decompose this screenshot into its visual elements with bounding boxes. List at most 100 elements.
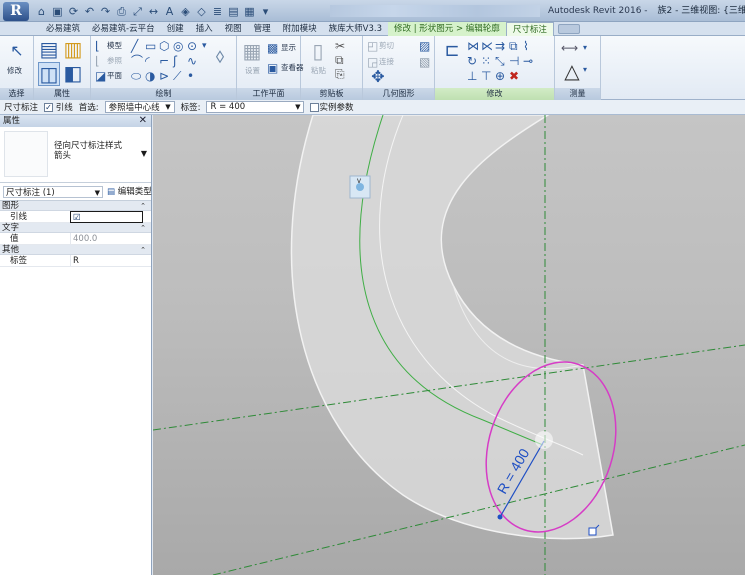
close-icon[interactable]: ✕ bbox=[139, 115, 147, 127]
text-icon[interactable]: A bbox=[162, 4, 177, 19]
align-icon[interactable]: ⊏ bbox=[441, 40, 463, 62]
ellipse-icon[interactable]: ⬭ bbox=[131, 70, 141, 82]
viewport-canvas[interactable]: R = 400 v bbox=[153, 115, 745, 575]
collapse-icon[interactable]: ⌃ bbox=[140, 223, 146, 233]
tab-biyi-arch[interactable]: 必易建筑 bbox=[40, 22, 86, 36]
modify-button-label[interactable]: 修改 bbox=[7, 66, 22, 76]
type-selector[interactable]: 径向尺寸标注样式 箭头 ▼ bbox=[0, 127, 151, 183]
3d-view-icon[interactable]: ◈ bbox=[178, 4, 193, 19]
array-icon[interactable]: ⁙ bbox=[481, 55, 491, 67]
revit-logo-icon[interactable]: R bbox=[3, 2, 29, 21]
close-hidden-icon[interactable]: ▤ bbox=[226, 4, 241, 19]
sweep-solid[interactable] bbox=[290, 115, 614, 540]
group-text[interactable]: 文字 ⌃ bbox=[0, 223, 151, 233]
symbolic-line-icon[interactable]: ⬨ bbox=[209, 44, 231, 66]
arc-tangent-icon[interactable]: ⌐ bbox=[159, 55, 169, 67]
copy-element-icon[interactable]: ⧉ bbox=[509, 40, 518, 52]
model-label[interactable]: 模型 bbox=[107, 41, 122, 51]
instance-param-group[interactable]: 实例参数 bbox=[310, 101, 354, 113]
sketch-plane-grip[interactable]: v bbox=[349, 175, 371, 199]
properties-icon[interactable]: ▤ bbox=[38, 38, 60, 60]
cut-geometry-label[interactable]: 剪切 bbox=[379, 41, 394, 51]
move-icon[interactable]: ✥ bbox=[367, 68, 389, 86]
model-line-icon[interactable]: ⌊ bbox=[95, 40, 100, 52]
split-face-icon[interactable]: ▧ bbox=[419, 56, 430, 68]
property-value[interactable]: R bbox=[70, 255, 143, 267]
qat-dropdown-icon[interactable]: ▾ bbox=[258, 4, 273, 19]
chevron-down-icon[interactable]: ▼ bbox=[141, 149, 147, 158]
edit-type-button[interactable]: ▤ 编辑类型 bbox=[107, 186, 152, 198]
measure-icon[interactable]: ⤢ bbox=[130, 4, 145, 19]
aligned-dimension-icon[interactable]: ↔ bbox=[146, 4, 161, 19]
show-workplane-icon[interactable]: ▩ bbox=[267, 42, 278, 54]
trim-extend-multiple-icon[interactable]: ⊤ bbox=[481, 70, 491, 82]
leader-checkbox-group[interactable]: ✓ 引线 bbox=[44, 101, 73, 113]
measure-between-icon[interactable]: ⟷ bbox=[561, 42, 578, 54]
3d-viewport[interactable]: R = 400 v bbox=[153, 115, 745, 575]
delete-icon[interactable]: ✖ bbox=[509, 70, 519, 82]
group-graphics[interactable]: 图形 ⌃ bbox=[0, 201, 151, 211]
panel-select-label[interactable]: 选择 bbox=[0, 88, 33, 100]
instance-param-label[interactable]: 实例参数 bbox=[319, 103, 353, 113]
show-label[interactable]: 显示 bbox=[281, 43, 296, 53]
wall-joins-icon[interactable]: ▨ bbox=[419, 40, 430, 52]
section-icon[interactable]: ◇ bbox=[194, 4, 209, 19]
paste-label[interactable]: 粘贴 bbox=[311, 66, 326, 76]
open-icon[interactable]: ⌂ bbox=[34, 4, 49, 19]
pick-edges-icon[interactable]: ⟋ bbox=[173, 70, 181, 82]
thin-lines-icon[interactable]: ≣ bbox=[210, 4, 225, 19]
pin-icon[interactable]: ⊕ bbox=[495, 70, 505, 82]
pick-dropdown[interactable]: 参照墙中心线 ▼ bbox=[104, 101, 175, 113]
type-properties-icon[interactable]: ▥ bbox=[62, 38, 84, 60]
leader-label[interactable]: 引线 bbox=[56, 103, 73, 113]
fillet-arc-icon[interactable]: ʃ bbox=[173, 55, 177, 67]
arc-center-icon[interactable]: ◜ bbox=[145, 55, 150, 67]
rotate-icon[interactable]: ↻ bbox=[467, 55, 477, 67]
reference-line-icon[interactable]: ⌊ bbox=[95, 55, 100, 67]
modify-cursor-icon[interactable]: ↖ bbox=[6, 40, 28, 62]
tab-view[interactable]: 视图 bbox=[219, 22, 248, 36]
mirror-pick-axis-icon[interactable]: ⋈ bbox=[467, 40, 479, 52]
draw-dropdown-icon[interactable]: ▾ bbox=[202, 40, 207, 52]
leader-checkbox[interactable]: ✓ bbox=[44, 103, 54, 112]
tab-create[interactable]: 创建 bbox=[161, 22, 190, 36]
tab-biyi-cloud[interactable]: 必易建筑-云平台 bbox=[86, 22, 161, 36]
leader-value-checkbox[interactable]: ☑ bbox=[70, 211, 143, 223]
unpin-icon[interactable]: ⊸ bbox=[523, 55, 533, 67]
family-category-icon[interactable]: ◧ bbox=[62, 62, 84, 84]
undo-icon[interactable]: ↶ bbox=[82, 4, 97, 19]
workplane-plane-icon[interactable]: ◪ bbox=[95, 70, 106, 82]
set-label[interactable]: 设置 bbox=[245, 66, 260, 76]
paste-icon[interactable]: ▯ bbox=[307, 40, 329, 62]
match-properties-icon[interactable]: ⎘ bbox=[335, 68, 345, 80]
point-element-icon[interactable]: • bbox=[187, 70, 194, 82]
partial-ellipse-icon[interactable]: ◑ bbox=[145, 70, 155, 82]
save-icon[interactable]: ▣ bbox=[50, 4, 65, 19]
circle-tool-icon[interactable]: ◎ bbox=[173, 40, 183, 52]
arc-start-end-icon[interactable]: ⌒ bbox=[131, 55, 143, 67]
redo-icon[interactable]: ↷ bbox=[98, 4, 113, 19]
line-tool-icon[interactable]: ╱ bbox=[131, 40, 138, 52]
measure-dropdown-icon[interactable]: ▾ bbox=[583, 42, 587, 54]
plane-label[interactable]: 平面 bbox=[107, 71, 122, 81]
switch-windows-icon[interactable]: ▦ bbox=[242, 4, 257, 19]
trim-extend-icon[interactable]: ⊣ bbox=[509, 55, 519, 67]
dimension-dropdown-icon[interactable]: ▾ bbox=[583, 64, 587, 76]
collapse-icon[interactable]: ⌃ bbox=[140, 201, 146, 211]
tab-manage[interactable]: 管理 bbox=[248, 22, 277, 36]
tag-dropdown[interactable]: R = 400 ▼ bbox=[206, 101, 305, 113]
join-geometry-label[interactable]: 连接 bbox=[379, 57, 394, 67]
trim-extend-single-icon[interactable]: ⊥ bbox=[467, 70, 477, 82]
tab-addins[interactable]: 附加模块 bbox=[277, 22, 323, 36]
tab-dimension[interactable]: 尺寸标注 bbox=[505, 22, 554, 37]
split-element-icon[interactable]: ⌇ bbox=[523, 40, 529, 52]
spline-icon[interactable]: ∿ bbox=[187, 55, 197, 67]
ribbon-minimize-toggle[interactable] bbox=[557, 24, 580, 34]
mirror-draw-axis-icon[interactable]: ⋉ bbox=[481, 40, 493, 52]
print-icon[interactable]: ⎙ bbox=[114, 4, 129, 19]
workplane-viewer-icon[interactable]: ▣ bbox=[267, 62, 278, 74]
pick-lines-icon[interactable]: ⊳ bbox=[159, 70, 169, 82]
instance-filter-dropdown[interactable]: 尺寸标注 (1) ▼ bbox=[3, 186, 103, 198]
reference-label[interactable]: 参照 bbox=[107, 56, 122, 66]
tab-modify-shape-profile[interactable]: 修改 | 形状图元 > 编辑轮廓 bbox=[388, 22, 506, 36]
